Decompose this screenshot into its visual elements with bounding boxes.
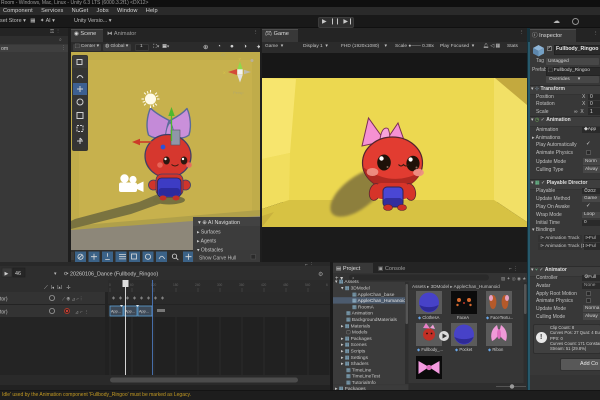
svg-text:▦ BackgroundMaterials: ▦ BackgroundMaterials <box>346 317 398 323</box>
svg-text:⟳ 20260106_Dance (Fullbody_Rin: ⟳ 20260106_Dance (Fullbody_Ringoo) <box>64 272 158 278</box>
svg-text:⚙︎: ⚙︎ <box>318 271 323 278</box>
svg-text:420: 420 <box>261 283 267 287</box>
svg-text:180: 180 <box>173 283 179 287</box>
svg-text:▾ ▦ 3DModel: ▾ ▦ 3DModel <box>341 286 370 292</box>
svg-text:Show Carve Hull: Show Carve Hull <box>199 256 236 262</box>
svg-text:▣ Console: ▣ Console <box>378 266 405 272</box>
svg-text:300: 300 <box>217 283 223 287</box>
svg-text:▢ Models: ▢ Models <box>346 330 368 336</box>
svg-text:▸ Surfaces: ▸ Surfaces <box>197 230 221 236</box>
svg-text:▸ ▦ Shaders: ▸ ▦ Shaders <box>341 361 369 367</box>
svg-text:0: 0 <box>109 283 111 287</box>
svg-text:▦ Animation: ▦ Animation <box>346 311 373 317</box>
svg-text:▦ RoomA: ▦ RoomA <box>352 304 375 310</box>
svg-text:X: X <box>223 70 226 75</box>
svg-text:▸ ▦ Scenes: ▸ ▦ Scenes <box>341 342 367 348</box>
svg-text:▸ Agents: ▸ Agents <box>197 239 217 245</box>
svg-text:▾ ⊕ AI Navigation: ▾ ⊕ AI Navigation <box>198 220 240 226</box>
svg-text:540: 540 <box>305 283 311 287</box>
svg-text:◆ ClothesA: ◆ ClothesA <box>418 315 440 320</box>
svg-text:◆ Ribon: ◆ Ribon <box>488 347 504 352</box>
svg-text:▸ ▦ Settings: ▸ ▦ Settings <box>341 355 369 361</box>
svg-text:Y: Y <box>239 57 242 62</box>
svg-text:◆ FaceTextu...: ◆ FaceTextu... <box>486 315 513 320</box>
svg-text:App...: App... <box>139 310 149 314</box>
svg-text:▤ Project: ▤ Project <box>336 266 361 272</box>
svg-text:⟋ ◉ ⊿ ⌐ ⋮: ⟋ ◉ ⊿ ⌐ ⋮ <box>62 297 82 302</box>
svg-text:▸ ▦ Scripts: ▸ ▦ Scripts <box>341 349 366 355</box>
svg-text:▾ ▦ Assets: ▾ ▦ Assets <box>335 279 359 285</box>
svg-text:FaceA: FaceA <box>457 315 469 320</box>
svg-text:App...: App... <box>125 310 135 314</box>
svg-text:2D: 2D <box>221 53 226 57</box>
svg-text:▸ ▦ Materials: ▸ ▦ Materials <box>341 323 371 329</box>
svg-text:46: 46 <box>15 271 21 277</box>
svg-text:▦ TimeLineTest: ▦ TimeLineTest <box>346 374 381 380</box>
svg-text:Assets ▸ 3DModel ▸ AppleChan_H: Assets ▸ 3DModel ▸ AppleChan_Humanoid <box>412 284 500 289</box>
svg-text:tor): tor) <box>0 297 8 303</box>
svg-text:◆ Pocket: ◆ Pocket <box>455 347 473 352</box>
svg-text:◆ Fullbody_...: ◆ Fullbody_... <box>417 347 443 352</box>
svg-text:▾ Obstacles: ▾ Obstacles <box>197 248 224 254</box>
svg-text:6: 6 <box>326 283 328 287</box>
svg-text:App...: App... <box>111 310 121 314</box>
svg-text:360: 360 <box>239 283 245 287</box>
svg-text:▦ AppleChan_base: ▦ AppleChan_base <box>352 292 395 298</box>
svg-text:480: 480 <box>283 283 289 287</box>
svg-text:60: 60 <box>130 283 134 287</box>
svg-text:▦ AppleChan_Humanoid: ▦ AppleChan_Humanoid <box>352 298 406 304</box>
svg-text:▶: ▶ <box>5 271 9 277</box>
svg-text:▦ TimeLine: ▦ TimeLine <box>346 367 372 373</box>
svg-text:⊿ ⌐ ⋮: ⊿ ⌐ ⋮ <box>75 310 89 315</box>
svg-text:▸ ▦ Packages: ▸ ▦ Packages <box>341 336 372 342</box>
svg-text:120: 120 <box>151 283 157 287</box>
svg-text:240: 240 <box>195 283 201 287</box>
svg-text:▨ ✦ ◎ ◉ ★: ▨ ✦ ◎ ◉ ★ <box>501 276 527 281</box>
svg-text:Persp: Persp <box>233 90 244 95</box>
svg-text:⟋ ❘◂ ❘▴❘ ✛: ⟋ ❘◂ ❘▴❘ ✛ <box>44 284 71 291</box>
svg-text:tor): tor) <box>0 310 8 316</box>
svg-text:⌐ ⋮: ⌐ ⋮ <box>509 266 518 272</box>
svg-text:▦ TutorialInfo: ▦ TutorialInfo <box>346 380 376 386</box>
